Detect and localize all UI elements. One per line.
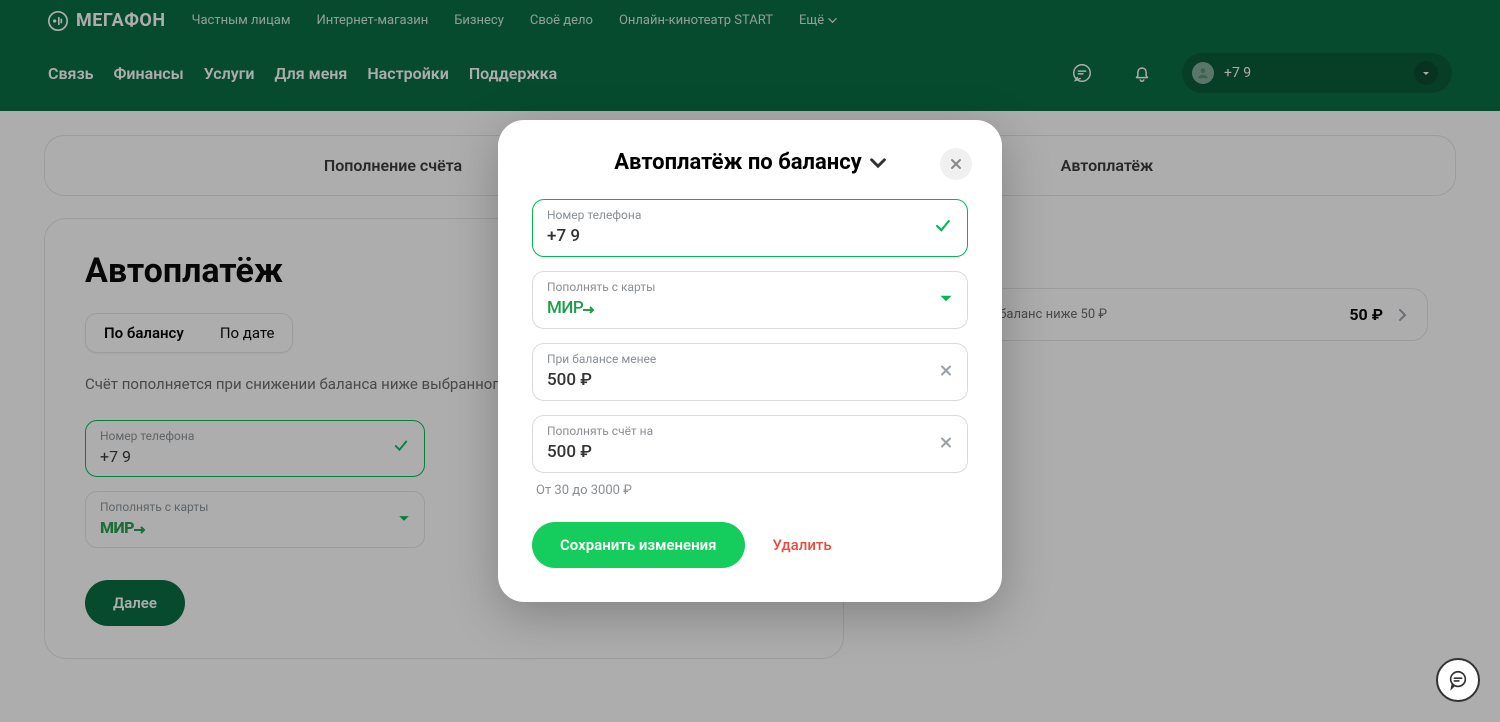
- close-icon: [949, 157, 963, 171]
- modal-title-text: Автоплатёж по балансу: [614, 150, 862, 175]
- modal-threshold-field[interactable]: При балансе менее 500 ₽: [532, 343, 968, 401]
- chat-icon: [1447, 669, 1469, 691]
- chat-fab[interactable]: [1436, 658, 1480, 702]
- modal-title-dropdown[interactable]: Автоплатёж по балансу: [614, 150, 886, 175]
- modal-phone-label: Номер телефона: [547, 208, 923, 222]
- topup-range-hint: От 30 до 3000 ₽: [536, 483, 968, 498]
- modal-phone-value: +7 9: [547, 226, 923, 246]
- mir-logo-icon: МИР: [547, 298, 923, 318]
- close-icon: [939, 364, 953, 378]
- modal-threshold-label: При балансе менее: [547, 352, 923, 366]
- modal-card-field[interactable]: Пополнять с карты МИР: [532, 271, 968, 329]
- modal-threshold-value: 500 ₽: [547, 370, 923, 390]
- autopay-edit-modal: Автоплатёж по балансу Номер телефона +7 …: [498, 120, 1002, 602]
- close-icon: [939, 436, 953, 450]
- modal-phone-field[interactable]: Номер телефона +7 9: [532, 199, 968, 257]
- modal-topup-label: Пополнять счёт на: [547, 424, 923, 438]
- delete-link[interactable]: Удалить: [773, 536, 832, 554]
- clear-threshold-button[interactable]: [939, 363, 953, 382]
- check-icon: [933, 216, 953, 240]
- save-button[interactable]: Сохранить изменения: [532, 522, 745, 568]
- modal-card-label: Пополнять с карты: [547, 280, 923, 294]
- modal-close-button[interactable]: [940, 148, 972, 180]
- chevron-down-icon: [870, 155, 886, 171]
- caret-down-icon[interactable]: [939, 291, 953, 310]
- clear-topup-button[interactable]: [939, 435, 953, 454]
- modal-topup-value: 500 ₽: [547, 442, 923, 462]
- modal-topup-field[interactable]: Пополнять счёт на 500 ₽: [532, 415, 968, 473]
